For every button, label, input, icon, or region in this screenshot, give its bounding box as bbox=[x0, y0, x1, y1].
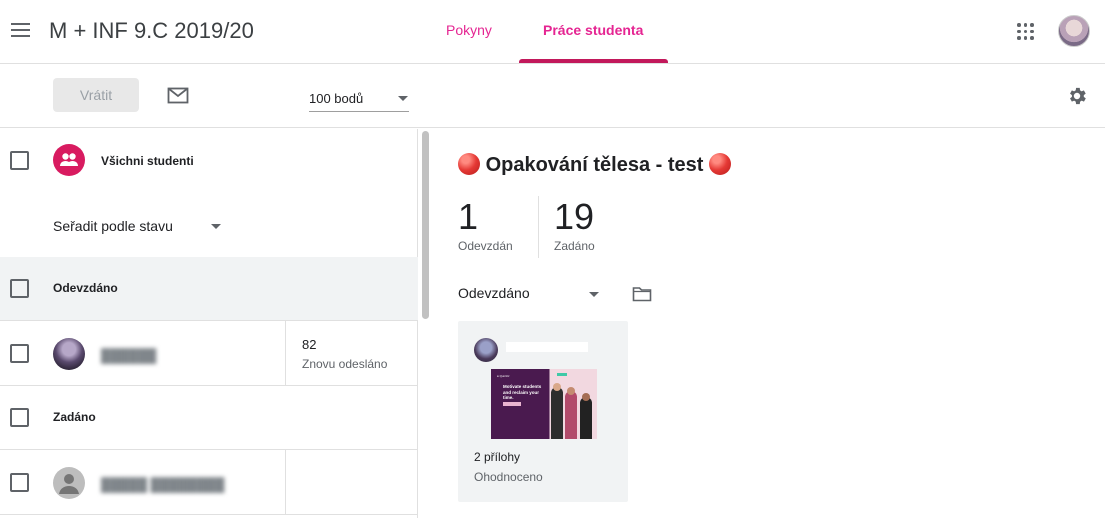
top-app-bar: M + INF 9.C 2019/20 Pokyny Práce student… bbox=[0, 0, 1105, 64]
gear-icon[interactable] bbox=[1066, 85, 1088, 107]
avatar bbox=[474, 338, 498, 362]
filter-value: Odevzdáno bbox=[458, 285, 530, 301]
student-checkbox[interactable] bbox=[10, 344, 29, 363]
student-row[interactable]: █████ ████████ bbox=[0, 450, 418, 515]
red-circle-icon bbox=[709, 153, 731, 175]
email-icon[interactable] bbox=[167, 87, 189, 104]
assignment-title: Opakování tělesa - test bbox=[458, 153, 731, 177]
apps-grid-icon[interactable] bbox=[1017, 23, 1034, 40]
chevron-down-icon bbox=[211, 224, 221, 229]
points-dropdown[interactable]: 100 bodů bbox=[309, 88, 409, 112]
section-label: Odevzdáno bbox=[53, 281, 118, 295]
return-button[interactable]: Vrátit bbox=[53, 78, 139, 112]
student-name-redacted: ██████ bbox=[101, 348, 157, 363]
student-checkbox[interactable] bbox=[10, 473, 29, 492]
active-tab-indicator bbox=[519, 59, 668, 63]
section-label: Zadáno bbox=[53, 410, 96, 424]
points-value: 100 bodů bbox=[309, 91, 364, 106]
sort-label: Seřadit podle stavu bbox=[53, 218, 173, 234]
all-students-row[interactable]: Všichni studenti bbox=[0, 129, 418, 193]
grade-cell[interactable] bbox=[285, 450, 418, 515]
grade-status: Znovu odesláno bbox=[302, 357, 388, 371]
group-icon bbox=[53, 144, 85, 176]
attachment-thumbnail[interactable]: ● Quizizz Motivate students and reclaim … bbox=[491, 369, 597, 439]
student-name-redacted: █████ ████████ bbox=[101, 477, 225, 492]
status-filter-dropdown[interactable]: Odevzdáno bbox=[458, 285, 602, 305]
stat-label: Zadáno bbox=[554, 239, 595, 253]
avatar bbox=[53, 338, 85, 370]
submission-status: Ohodnoceno bbox=[474, 470, 543, 484]
student-roster: Všichni studenti Seřadit podle stavu Ode… bbox=[0, 129, 418, 518]
tab-student-work[interactable]: Práce studenta bbox=[543, 22, 643, 38]
sort-dropdown[interactable]: Seřadit podle stavu bbox=[0, 193, 418, 257]
stat-value: 19 bbox=[554, 196, 595, 237]
all-students-label: Všichni studenti bbox=[101, 154, 194, 168]
roster-scrollbar[interactable] bbox=[422, 131, 429, 319]
red-circle-icon bbox=[458, 153, 480, 175]
tab-instructions[interactable]: Pokyny bbox=[446, 22, 492, 38]
account-avatar[interactable] bbox=[1058, 15, 1090, 47]
student-name-redacted bbox=[506, 342, 588, 352]
attachment-count: 2 přílohy bbox=[474, 450, 521, 464]
stat-turned-in: 1 Odevzdán bbox=[458, 196, 513, 254]
submission-card[interactable]: ● Quizizz Motivate students and reclaim … bbox=[458, 321, 628, 502]
select-all-checkbox[interactable] bbox=[10, 151, 29, 170]
section-checkbox[interactable] bbox=[10, 408, 29, 427]
chevron-down-icon bbox=[398, 96, 408, 101]
thumbnail-text: Motivate students and reclaim your time. bbox=[503, 384, 542, 400]
hamburger-menu-icon[interactable] bbox=[11, 22, 31, 38]
student-row[interactable]: ██████ 82 Znovu odesláno bbox=[0, 321, 418, 386]
grading-toolbar: Vrátit 100 bodů bbox=[0, 64, 1105, 128]
chevron-down-icon bbox=[589, 292, 599, 297]
folder-icon[interactable] bbox=[632, 286, 652, 302]
stat-label: Odevzdán bbox=[458, 239, 513, 253]
section-assigned: Zadáno bbox=[0, 386, 418, 450]
section-checkbox[interactable] bbox=[10, 279, 29, 298]
section-turned-in: Odevzdáno bbox=[0, 257, 418, 321]
stat-assigned: 19 Zadáno bbox=[554, 196, 595, 254]
class-title: M + INF 9.C 2019/20 bbox=[49, 18, 254, 43]
stat-divider bbox=[538, 196, 539, 258]
grade-value: 82 bbox=[302, 337, 317, 352]
avatar bbox=[53, 467, 85, 499]
assignment-title-text: Opakování tělesa - test bbox=[485, 154, 704, 176]
grade-cell[interactable]: 82 Znovu odesláno bbox=[285, 321, 418, 386]
stat-value: 1 bbox=[458, 196, 479, 237]
